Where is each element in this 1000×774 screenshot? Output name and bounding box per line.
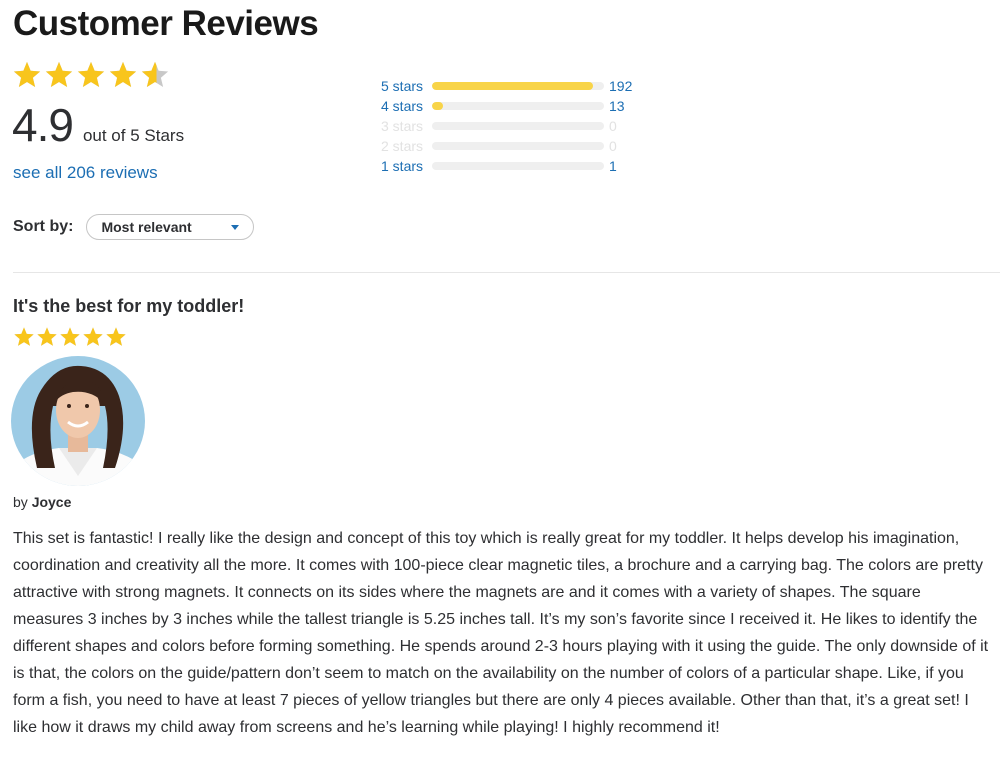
histogram-bar-track bbox=[432, 82, 604, 90]
histogram-count: 13 bbox=[609, 98, 625, 114]
sort-control: Sort by: Most relevant bbox=[13, 214, 255, 240]
page-title: Customer Reviews bbox=[13, 4, 319, 43]
histogram-bar-track bbox=[432, 162, 604, 170]
chevron-down-icon bbox=[231, 224, 240, 230]
star-icon bbox=[45, 61, 73, 87]
star-icon bbox=[14, 327, 34, 346]
histogram-count: 0 bbox=[609, 118, 617, 134]
histogram-bar-track bbox=[432, 142, 604, 150]
review-author-prefix: by bbox=[13, 494, 28, 510]
histogram-label: 4 stars bbox=[381, 98, 424, 114]
sort-by-label: Sort by: bbox=[13, 218, 74, 235]
histogram-row: 3 stars 0 bbox=[381, 116, 661, 136]
section-divider bbox=[13, 272, 1000, 273]
histogram-count: 192 bbox=[609, 78, 633, 94]
sort-selected-value: Most relevant bbox=[101, 219, 192, 235]
review-author: by Joyce bbox=[13, 492, 71, 512]
histogram-count: 1 bbox=[609, 158, 617, 174]
histogram-label: 3 stars bbox=[381, 118, 424, 134]
star-icon bbox=[141, 61, 169, 87]
reviewer-photo-icon bbox=[11, 356, 145, 486]
sort-dropdown[interactable]: Most relevant bbox=[86, 214, 255, 240]
histogram-bar-fill bbox=[432, 82, 594, 90]
rating-out-of-label: out of 5 Stars bbox=[82, 126, 185, 145]
star-icon bbox=[83, 327, 103, 346]
summary-star-rating bbox=[12, 60, 170, 90]
star-icon bbox=[109, 61, 137, 87]
histogram-row[interactable]: 5 stars 192 bbox=[381, 76, 661, 96]
average-rating-value: 4.9 bbox=[12, 99, 74, 151]
histogram-bar-fill bbox=[432, 102, 443, 110]
rating-histogram: 5 stars 192 4 stars 13 3 stars 0 2 stars 0 1 sta… bbox=[381, 76, 661, 176]
histogram-label: 2 stars bbox=[381, 138, 424, 154]
star-icon bbox=[77, 61, 105, 87]
histogram-bar-track bbox=[432, 122, 604, 130]
see-all-reviews-link[interactable]: see all 206 reviews bbox=[13, 162, 158, 184]
review-title: It's the best for my toddler! bbox=[13, 296, 245, 316]
star-icon bbox=[37, 327, 57, 346]
customer-reviews-panel: Customer Reviews 4.9 out of 5 Stars see … bbox=[0, 0, 1000, 774]
histogram-label: 5 stars bbox=[381, 78, 424, 94]
star-icon bbox=[106, 327, 126, 346]
review-body: This set is fantastic! I really like the… bbox=[13, 530, 989, 736]
average-rating: 4.9 out of 5 Stars bbox=[12, 98, 184, 152]
star-icon bbox=[13, 61, 41, 87]
reviewer-avatar bbox=[11, 356, 145, 486]
histogram-label: 1 stars bbox=[381, 158, 424, 174]
star-icon bbox=[60, 327, 80, 346]
histogram-row[interactable]: 1 stars 1 bbox=[381, 156, 661, 176]
histogram-row[interactable]: 4 stars 13 bbox=[381, 96, 661, 116]
histogram-bar-track bbox=[432, 102, 604, 110]
review-star-rating bbox=[13, 326, 127, 348]
review-author-name: Joyce bbox=[31, 494, 72, 510]
histogram-count: 0 bbox=[609, 138, 617, 154]
histogram-row: 2 stars 0 bbox=[381, 136, 661, 156]
